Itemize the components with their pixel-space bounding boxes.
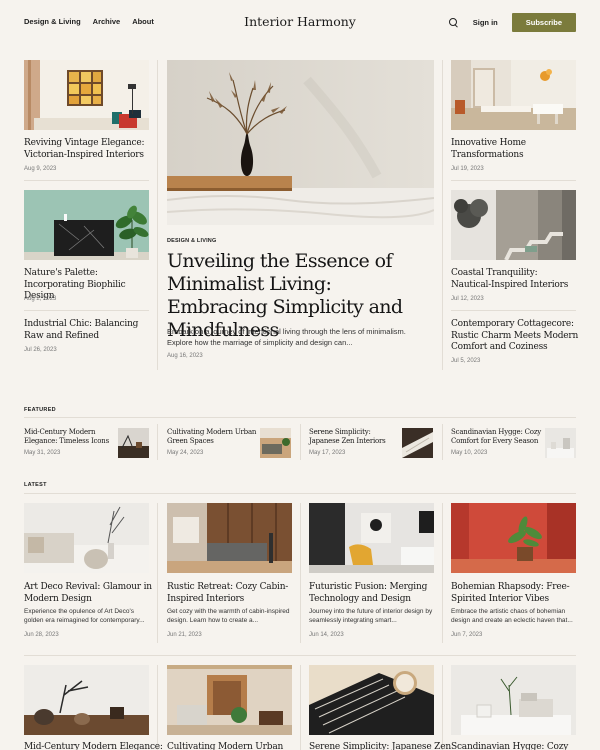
divider bbox=[451, 180, 576, 181]
featured-date: May 10, 2023 bbox=[451, 450, 488, 456]
featured-date: May 31, 2023 bbox=[24, 450, 61, 456]
subscribe-button[interactable]: Subscribe bbox=[511, 13, 576, 32]
featured-label: FEATURED bbox=[24, 407, 56, 413]
article-image[interactable] bbox=[451, 60, 576, 130]
article-image[interactable] bbox=[451, 503, 576, 573]
featured-title[interactable]: Mid-Century Modern Elegance: Timeless Ic… bbox=[24, 428, 116, 446]
divider bbox=[451, 310, 576, 311]
column-divider bbox=[442, 665, 443, 750]
article-title[interactable]: Coastal Tranquility: Nautical-Inspired I… bbox=[451, 268, 579, 291]
article-date: Jul 19, 2023 bbox=[451, 166, 484, 172]
divider bbox=[24, 655, 576, 656]
column-divider bbox=[442, 60, 443, 370]
featured-title[interactable]: Scandinavian Hygge: Cozy Comfort for Eve… bbox=[451, 428, 543, 446]
article-date: Aug 2, 2023 bbox=[24, 296, 57, 302]
article-image[interactable] bbox=[167, 665, 292, 735]
featured-thumbnail[interactable] bbox=[545, 428, 576, 458]
article-title[interactable]: Contemporary Cottagecore: Rustic Charm M… bbox=[451, 319, 579, 354]
article-title[interactable]: Innovative Home Transformations bbox=[451, 138, 579, 161]
article-description: Get cozy with the warmth of cabin-inspir… bbox=[167, 608, 290, 624]
column-divider bbox=[300, 424, 301, 460]
article-date: Jul 5, 2023 bbox=[451, 358, 481, 364]
article-description: Experience the opulence of Art Deco's go… bbox=[24, 608, 145, 624]
nav-about[interactable]: About bbox=[132, 17, 154, 26]
article-title[interactable]: Serene Simplicity: Japanese Zen bbox=[309, 742, 451, 750]
article-date: Aug 9, 2023 bbox=[24, 166, 57, 172]
column-divider bbox=[157, 665, 158, 750]
divider bbox=[24, 493, 576, 494]
article-description: Journey into the future of interior desi… bbox=[309, 608, 433, 624]
article-date: Jun 28, 2023 bbox=[24, 632, 59, 638]
article-image[interactable] bbox=[309, 503, 434, 573]
sign-in-link[interactable]: Sign in bbox=[473, 18, 498, 27]
hero-lede: Embark on a journey of intentional livin… bbox=[167, 327, 406, 347]
article-description: Embrace the artistic chaos of bohemian d… bbox=[451, 608, 573, 624]
hero-category[interactable]: DESIGN & LIVING bbox=[167, 238, 216, 244]
article-image[interactable] bbox=[167, 503, 292, 573]
featured-title[interactable]: Cultivating Modern Urban Green Spaces bbox=[167, 428, 259, 446]
article-image[interactable] bbox=[24, 60, 149, 130]
article-date: Jun 7, 2023 bbox=[451, 632, 483, 638]
article-date: Jun 14, 2023 bbox=[309, 632, 344, 638]
featured-thumbnail[interactable] bbox=[260, 428, 291, 458]
article-title[interactable]: Scandinavian Hygge: Cozy bbox=[451, 742, 579, 750]
article-image[interactable] bbox=[24, 190, 149, 260]
featured-title[interactable]: Serene Simplicity: Japanese Zen Interior… bbox=[309, 428, 401, 446]
featured-thumbnail[interactable] bbox=[118, 428, 149, 458]
article-date: Jul 12, 2023 bbox=[451, 296, 484, 302]
search-icon[interactable] bbox=[448, 17, 459, 28]
column-divider bbox=[157, 424, 158, 460]
nav-design-living[interactable]: Design & Living bbox=[24, 17, 81, 26]
column-divider bbox=[442, 503, 443, 643]
hero-image[interactable] bbox=[167, 60, 434, 225]
divider bbox=[24, 310, 149, 311]
article-title[interactable]: Art Deco Revival: Glamour in Modern Desi… bbox=[24, 582, 152, 605]
article-title[interactable]: Futuristic Fusion: Merging Technology an… bbox=[309, 582, 437, 605]
column-divider bbox=[300, 503, 301, 643]
column-divider bbox=[300, 665, 301, 750]
site-logo[interactable]: Interior Harmony bbox=[244, 14, 356, 29]
article-title[interactable]: Cultivating Modern Urban bbox=[167, 742, 295, 750]
article-title[interactable]: Industrial Chic: Balancing Raw and Refin… bbox=[24, 319, 152, 342]
article-title[interactable]: Mid-Century Modern Elegance: bbox=[24, 742, 163, 750]
article-title[interactable]: Bohemian Rhapsody: Free-Spirited Interio… bbox=[451, 582, 579, 605]
article-title[interactable]: Rustic Retreat: Cozy Cabin-Inspired Inte… bbox=[167, 582, 295, 605]
featured-date: May 17, 2023 bbox=[309, 450, 346, 456]
main-nav: Design & Living Archive About bbox=[24, 17, 154, 26]
article-image[interactable] bbox=[451, 190, 576, 260]
article-image[interactable] bbox=[451, 665, 576, 735]
article-date: Jun 21, 2023 bbox=[167, 632, 202, 638]
divider bbox=[24, 417, 576, 418]
featured-date: May 24, 2023 bbox=[167, 450, 204, 456]
hero-date: Aug 16, 2023 bbox=[167, 353, 203, 359]
article-image[interactable] bbox=[24, 665, 149, 735]
article-image[interactable] bbox=[309, 665, 434, 735]
latest-label: LATEST bbox=[24, 482, 47, 488]
featured-thumbnail[interactable] bbox=[402, 428, 433, 458]
column-divider bbox=[157, 503, 158, 643]
column-divider bbox=[442, 424, 443, 460]
column-divider bbox=[157, 60, 158, 370]
article-image[interactable] bbox=[24, 503, 149, 573]
article-date: Jul 26, 2023 bbox=[24, 347, 57, 353]
divider bbox=[24, 180, 149, 181]
article-title[interactable]: Reviving Vintage Elegance: Victorian-Ins… bbox=[24, 138, 152, 161]
nav-archive[interactable]: Archive bbox=[93, 17, 121, 26]
